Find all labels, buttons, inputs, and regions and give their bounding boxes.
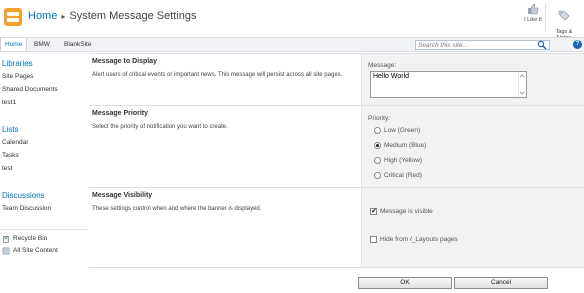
ql-item-site-pages[interactable]: Site Pages bbox=[2, 73, 33, 80]
message-field-label: Message: bbox=[368, 62, 397, 69]
search-box bbox=[415, 40, 550, 50]
message-scrollbar[interactable] bbox=[518, 72, 526, 97]
i-like-it-button[interactable]: I Like It bbox=[518, 2, 548, 34]
radio-high[interactable] bbox=[374, 157, 381, 164]
header-divider bbox=[545, 4, 546, 32]
main-content: Message to Display Alert users of critic… bbox=[89, 53, 584, 293]
message-value[interactable]: Hello World bbox=[373, 73, 409, 80]
priority-option-high[interactable]: High (Yellow) bbox=[374, 157, 422, 164]
message-visible-label: Message is visible bbox=[380, 208, 433, 215]
nav-item-home[interactable]: Home bbox=[0, 38, 28, 51]
message-visible-option[interactable]: Message is visible bbox=[370, 207, 433, 215]
top-navigation-bar: Home BMW BlankSite ? bbox=[0, 37, 584, 52]
i-like-it-label: I Like It bbox=[524, 17, 542, 23]
message-textarea[interactable]: Hello World bbox=[370, 71, 527, 98]
priority-option-label: Medium (Blue) bbox=[384, 142, 427, 149]
priority-option-label: High (Yellow) bbox=[384, 157, 423, 164]
section-description-message: Alert users of critical events or import… bbox=[92, 72, 343, 78]
ql-item-test[interactable]: test bbox=[2, 165, 12, 172]
scroll-up-arrow-icon[interactable] bbox=[519, 73, 525, 79]
section-title-priority: Message Priority bbox=[92, 110, 149, 117]
tags-notes-button[interactable]: Tags & Notes bbox=[549, 2, 579, 41]
ql-item-shared-documents[interactable]: Shared Documents bbox=[2, 86, 58, 93]
help-icon[interactable]: ? bbox=[573, 40, 582, 49]
quick-launch: Libraries Site Pages Shared Documents te… bbox=[0, 53, 88, 293]
hide-layouts-option[interactable]: Hide from /_Layouts pages bbox=[370, 236, 458, 243]
section-description-priority: Select the priority of notification you … bbox=[92, 124, 228, 130]
ql-item-calendar[interactable]: Calendar bbox=[2, 139, 28, 146]
breadcrumb: Home ▸ System Message Settings bbox=[28, 10, 197, 22]
thumbs-up-icon bbox=[528, 3, 539, 15]
all-site-content-icon bbox=[2, 247, 10, 255]
site-logo-icon[interactable] bbox=[4, 8, 22, 26]
breadcrumb-separator-icon: ▸ bbox=[61, 11, 66, 21]
ql-item-team-discussion[interactable]: Team Discussion bbox=[2, 205, 51, 212]
cancel-button[interactable]: Cancel bbox=[454, 277, 548, 289]
radio-critical[interactable] bbox=[374, 172, 381, 179]
recycle-bin-link[interactable]: Recycle Bin bbox=[13, 235, 47, 242]
nav-item-bmw[interactable]: BMW bbox=[30, 38, 54, 51]
priority-option-medium[interactable]: Medium (Blue) bbox=[374, 142, 426, 149]
ql-heading-libraries[interactable]: Libraries bbox=[2, 59, 33, 68]
ql-item-test1[interactable]: test1 bbox=[2, 99, 16, 106]
tag-note-icon bbox=[558, 10, 570, 21]
quick-launch-divider bbox=[0, 229, 88, 230]
priority-option-label: Critical (Red) bbox=[384, 172, 422, 179]
message-visible-checkbox[interactable] bbox=[370, 207, 377, 215]
visibility-section: Message Visibility These settings contro… bbox=[89, 187, 584, 267]
form-footer-divider bbox=[89, 267, 584, 268]
priority-option-label: Low (Green) bbox=[384, 127, 421, 134]
hide-layouts-label: Hide from /_Layouts pages bbox=[380, 236, 458, 243]
all-site-content-link[interactable]: All Site Content bbox=[13, 247, 58, 254]
nav-item-blanksite[interactable]: BlankSite bbox=[60, 38, 95, 51]
priority-section: Message Priority Select the priority of … bbox=[89, 105, 584, 187]
section-title-message: Message to Display bbox=[92, 58, 157, 65]
radio-low[interactable] bbox=[374, 127, 381, 134]
scroll-down-arrow-icon[interactable] bbox=[519, 90, 525, 96]
message-section: Message to Display Alert users of critic… bbox=[89, 53, 584, 105]
ql-item-tasks[interactable]: Tasks bbox=[2, 152, 19, 159]
ok-button[interactable]: OK bbox=[358, 277, 452, 289]
priority-option-low[interactable]: Low (Green) bbox=[374, 127, 420, 134]
ql-heading-discussions[interactable]: Discussions bbox=[2, 191, 45, 200]
search-input[interactable] bbox=[416, 41, 536, 49]
priority-field-label: Priority: bbox=[368, 115, 391, 122]
section-description-visibility: These settings control when and where th… bbox=[92, 206, 262, 212]
hide-layouts-checkbox[interactable] bbox=[370, 236, 377, 243]
search-icon[interactable] bbox=[537, 40, 547, 50]
breadcrumb-home-link[interactable]: Home bbox=[28, 10, 57, 22]
section-title-visibility: Message Visibility bbox=[92, 192, 153, 199]
ql-heading-lists[interactable]: Lists bbox=[2, 125, 18, 134]
recycle-bin-icon bbox=[3, 236, 9, 243]
page-header: Home ▸ System Message Settings I Like It… bbox=[0, 0, 584, 41]
priority-option-critical[interactable]: Critical (Red) bbox=[374, 172, 422, 179]
page-title: System Message Settings bbox=[69, 10, 197, 22]
radio-medium[interactable] bbox=[374, 142, 381, 149]
